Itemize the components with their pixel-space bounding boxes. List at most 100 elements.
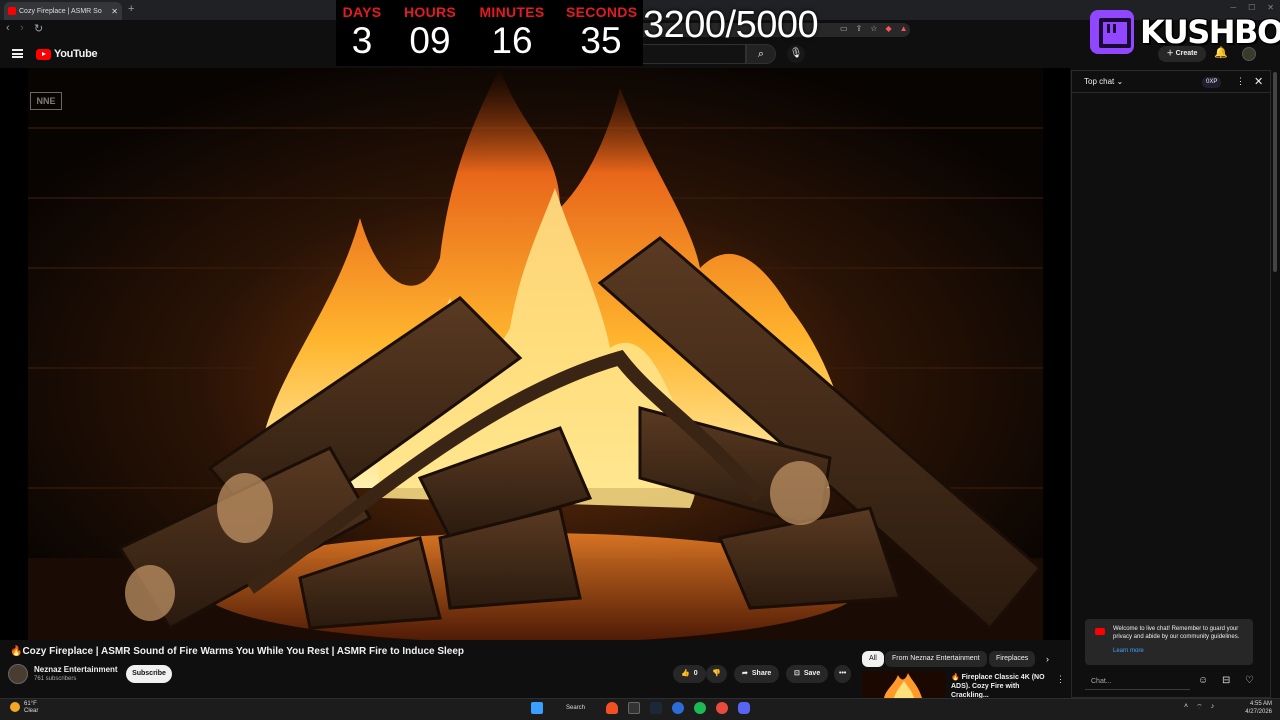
system-tray: ˄ ⌔ ♪ [1184, 703, 1214, 712]
page-scrollbar[interactable] [1273, 72, 1277, 272]
top-chat-dropdown[interactable]: Top chat ⌄ [1084, 77, 1123, 86]
forward-icon[interactable]: › [20, 22, 24, 34]
youtube-icon [1095, 628, 1105, 635]
kushbox-brand: KUSHBOX [1140, 13, 1280, 51]
chip-all[interactable]: All [862, 651, 884, 667]
back-icon[interactable]: ‹ [6, 22, 10, 34]
tab-title: Cozy Fireplace | ASMR So [19, 7, 102, 15]
xp-badge[interactable]: 0XP [1202, 77, 1222, 88]
hours-value: 09 [409, 20, 451, 61]
countdown-hours: HOURS 09 [402, 4, 458, 61]
channel-avatar[interactable] [8, 664, 28, 684]
tray-overflow-icon[interactable]: ˄ [1184, 703, 1188, 712]
search-button[interactable]: ⌕ [746, 44, 776, 64]
terminal-icon[interactable] [628, 702, 640, 714]
weather-sun-icon [10, 702, 20, 712]
temperature: 61°F [24, 701, 37, 707]
countdown-minutes: MINUTES 16 [478, 4, 546, 61]
clock-date: 4/27/2026 [1245, 709, 1272, 715]
youtube-logo-text: YouTube [54, 48, 98, 60]
minutes-value: 16 [491, 20, 533, 61]
channel-watermark: NNE [30, 92, 62, 110]
microphone-icon: 🎙 [789, 48, 803, 59]
more-actions-button[interactable]: ••• [834, 665, 852, 683]
share-icon: ➦ [742, 670, 748, 677]
top-chat-label: Top chat [1084, 77, 1115, 86]
windows-start-icon[interactable] [531, 702, 543, 714]
steam-icon[interactable] [650, 702, 662, 714]
voice-search-button[interactable]: 🎙 [787, 45, 805, 63]
goal-progress-counter: 3200/5000 [643, 4, 819, 46]
video-player[interactable] [0, 68, 1070, 640]
extension-icon[interactable]: ▲ [900, 24, 908, 33]
video-title: 🔥Cozy Fireplace | ASMR Sound of Fire War… [10, 646, 465, 657]
recommendation-menu-icon[interactable]: ⋮ [1056, 674, 1065, 685]
share-page-icon[interactable]: ⇪ [856, 24, 863, 33]
clock-time: 4:55 AM [1249, 701, 1272, 707]
network-icon[interactable]: ⌔ [1196, 703, 1203, 712]
chip-fireplaces[interactable]: Fireplaces [989, 651, 1036, 667]
heart-icon[interactable]: ♡ [1245, 675, 1254, 686]
save-label: Save [803, 670, 821, 677]
shield-icon[interactable]: ◆ [885, 24, 891, 33]
countdown-days: DAYS 3 [338, 4, 386, 61]
cast-icon[interactable]: ▭ [840, 24, 848, 33]
edge-icon[interactable] [672, 702, 684, 714]
weather-condition: Clear [24, 708, 39, 714]
volume-icon[interactable]: ♪ [1211, 703, 1215, 712]
countdown-overlay: DAYS 3 HOURS 09 MINUTES 16 SECONDS 35 [336, 0, 643, 66]
share-button[interactable]: ➦ Share [734, 665, 780, 683]
recommendation-thumbnail[interactable] [862, 671, 946, 698]
taskbar-clock[interactable]: 4:55 AM 4/27/2026 [1240, 700, 1272, 716]
share-label: Share [751, 670, 772, 677]
save-button[interactable]: ⊡ Save [786, 665, 829, 683]
kushbox-overlay: KUSHBOX [1090, 10, 1280, 54]
live-chat-panel: Top chat ⌄ 0XP ⋮ ✕ Welcome to live chat!… [1071, 70, 1271, 698]
emoji-icon[interactable]: ☺ [1198, 675, 1208, 686]
tab-close-icon[interactable]: ✕ [111, 7, 118, 16]
spotify-icon[interactable] [694, 702, 706, 714]
seconds-label: SECONDS [566, 4, 638, 20]
chat-input[interactable]: Chat... [1085, 674, 1190, 690]
twitch-logo-icon [1090, 10, 1134, 54]
chrome-icon[interactable] [716, 702, 728, 714]
chevron-down-icon: ⌄ [1116, 77, 1124, 86]
bookmark-save-icon: ⊡ [794, 670, 800, 677]
thumbs-down-icon: 👎 [712, 670, 721, 677]
search-icon: ⌕ [757, 48, 765, 60]
chat-options-icon[interactable]: ⋮ [1236, 76, 1245, 87]
menu-icon[interactable] [12, 49, 23, 58]
recommendation-title[interactable]: 🔥 Fireplace Classic 4K (NO ADS). Cozy Fi… [951, 673, 1051, 700]
countdown-seconds: SECONDS 35 [566, 4, 638, 61]
dislike-button[interactable]: 👎 [706, 665, 727, 683]
like-count: 0 [693, 670, 698, 677]
youtube-favicon-icon [8, 7, 16, 15]
browser-tab[interactable]: Cozy Fireplace | ASMR So ✕ [4, 2, 122, 20]
chevron-right-icon[interactable]: › [1046, 654, 1049, 664]
taskbar-search[interactable]: Search [556, 702, 596, 715]
youtube-logo[interactable]: YouTube [36, 48, 98, 60]
like-button[interactable]: 👍 0 [673, 665, 706, 683]
thumbs-up-icon: 👍 [681, 670, 690, 677]
reload-icon[interactable]: ↻ [34, 22, 43, 35]
address-bar-actions: ▭ ⇪ ☆ ◆ ▲ [840, 24, 908, 33]
new-tab-button[interactable]: + [128, 3, 134, 15]
seconds-value: 35 [580, 20, 622, 61]
chat-welcome-message: Welcome to live chat! Remember to guard … [1085, 619, 1253, 665]
super-chat-icon[interactable]: ⊟ [1222, 675, 1230, 686]
taskbar-search-label: Search [566, 705, 586, 711]
subscriber-count: 761 subscribers [34, 676, 77, 682]
weather-widget[interactable]: 61°F Clear [10, 701, 38, 715]
brave-browser-icon[interactable] [606, 702, 618, 714]
fireplace-video-frame [0, 68, 1070, 640]
days-label: DAYS [342, 4, 382, 20]
bookmark-icon[interactable]: ☆ [870, 24, 877, 33]
hours-label: HOURS [403, 4, 457, 20]
channel-name[interactable]: Neznaz Entertainment [34, 665, 118, 674]
chip-from-channel[interactable]: From Neznaz Entertainment [885, 651, 987, 667]
fire-thumbnail-image [862, 671, 946, 698]
close-icon[interactable]: ✕ [1254, 75, 1263, 88]
discord-icon[interactable] [738, 702, 750, 714]
subscribe-button[interactable]: Subscribe [126, 665, 172, 683]
learn-more-link[interactable]: Learn more [1113, 647, 1247, 655]
